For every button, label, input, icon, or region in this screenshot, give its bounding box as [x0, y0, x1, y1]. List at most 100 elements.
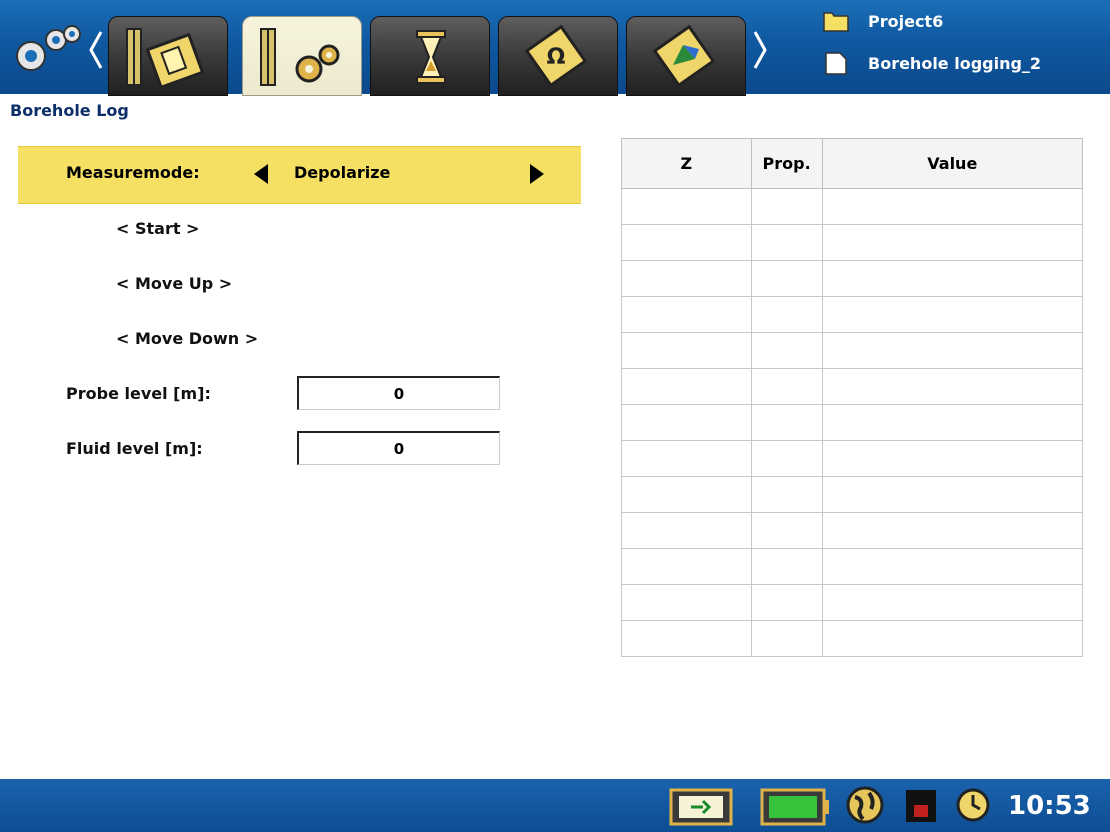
table-cell[interactable] [821, 224, 1084, 261]
measuremode-selector[interactable]: Measuremode: Depolarize [18, 146, 581, 204]
table-cell[interactable] [621, 296, 752, 333]
table-cell[interactable] [621, 620, 752, 657]
measuremode-prev-icon[interactable] [254, 164, 268, 184]
start-button[interactable]: < Start > [116, 219, 199, 238]
svg-text:Ω: Ω [547, 45, 566, 70]
table-cell[interactable] [750, 224, 823, 261]
tab-scroll-right-icon[interactable] [752, 30, 768, 70]
table-cell[interactable] [621, 512, 752, 549]
table-cell[interactable] [621, 332, 752, 369]
column-header-value[interactable]: Value [821, 138, 1084, 189]
measuremode-label: Measuremode: [66, 163, 200, 182]
file-row[interactable]: Borehole logging_2 [822, 48, 1041, 78]
table-cell[interactable] [621, 584, 752, 621]
table-cell[interactable] [750, 548, 823, 585]
table-cell[interactable] [821, 440, 1084, 477]
table-cell[interactable] [821, 296, 1084, 333]
table-cell[interactable] [750, 404, 823, 441]
file-name: Borehole logging_2 [868, 53, 1042, 73]
move-up-button[interactable]: < Move Up > [116, 274, 232, 293]
clock-icon[interactable] [955, 787, 991, 823]
table-row[interactable] [621, 620, 1084, 657]
table-row[interactable] [621, 512, 1084, 549]
probe-level-input[interactable]: 0 [297, 376, 500, 410]
borehole-gears-icon [260, 28, 340, 86]
column-header-prop[interactable]: Prop. [750, 138, 823, 189]
tab-timer[interactable] [370, 16, 490, 96]
table-row[interactable] [621, 332, 1084, 369]
tab-map-view[interactable] [626, 16, 746, 96]
table-cell[interactable] [750, 332, 823, 369]
page-title: Borehole Log [10, 101, 129, 120]
table-cell[interactable] [750, 368, 823, 405]
table-cell[interactable] [621, 440, 752, 477]
project-info: Project6 Borehole logging_2 [822, 0, 1110, 94]
table-cell[interactable] [821, 188, 1084, 225]
probe-level-label: Probe level [m]: [66, 384, 211, 403]
table-cell[interactable] [621, 476, 752, 513]
table-row[interactable] [621, 296, 1084, 333]
table-cell[interactable] [621, 548, 752, 585]
power-plug-icon[interactable] [669, 786, 733, 826]
table-cell[interactable] [750, 620, 823, 657]
measuremode-value: Depolarize [294, 163, 391, 182]
table-cell[interactable] [821, 512, 1084, 549]
table-cell[interactable] [621, 368, 752, 405]
table-cell[interactable] [821, 332, 1084, 369]
document-icon [825, 52, 847, 75]
move-down-button[interactable]: < Move Down > [116, 329, 258, 348]
record-indicator-icon[interactable] [905, 789, 937, 823]
table-cell[interactable] [750, 440, 823, 477]
table-row[interactable] [621, 584, 1084, 621]
project-name: Project6 [868, 11, 944, 31]
table-row[interactable] [621, 404, 1084, 441]
table-cell[interactable] [750, 188, 823, 225]
measuremode-next-icon[interactable] [530, 164, 544, 184]
table-cell[interactable] [750, 260, 823, 297]
map-document-icon [652, 25, 716, 88]
table-header-row: Z Prop. Value [621, 138, 1084, 189]
table-cell[interactable] [621, 188, 752, 225]
table-cell[interactable] [821, 620, 1084, 657]
fluid-level-input[interactable]: 0 [297, 431, 500, 465]
table-cell[interactable] [821, 368, 1084, 405]
table-cell[interactable] [821, 548, 1084, 585]
process-document-icon: Ω [524, 25, 588, 88]
top-toolbar: Ω Project6 Borehole logging_2 [0, 0, 1110, 96]
table-cell[interactable] [821, 584, 1084, 621]
table-cell[interactable] [821, 476, 1084, 513]
table-row[interactable] [621, 476, 1084, 513]
table-row[interactable] [621, 224, 1084, 261]
battery-icon[interactable] [760, 786, 830, 826]
tab-scroll-left-icon[interactable] [88, 30, 104, 70]
table-row[interactable] [621, 548, 1084, 585]
table-cell[interactable] [621, 404, 752, 441]
tab-borehole-settings[interactable] [242, 16, 362, 96]
tab-borehole-setup[interactable] [108, 16, 228, 96]
table-cell[interactable] [750, 296, 823, 333]
table-row[interactable] [621, 440, 1084, 477]
fluid-level-label: Fluid level [m]: [66, 439, 203, 458]
table-cell[interactable] [750, 476, 823, 513]
settings-gears-icon[interactable] [6, 18, 86, 78]
tab-process[interactable]: Ω [498, 16, 618, 96]
table-row[interactable] [621, 260, 1084, 297]
table-cell[interactable] [621, 224, 752, 261]
table-cell[interactable] [821, 260, 1084, 297]
table-cell[interactable] [821, 404, 1084, 441]
borehole-probe-icon [126, 28, 205, 89]
clock-time[interactable]: 10:53 [1008, 791, 1091, 821]
status-bar [0, 779, 1110, 832]
folder-icon [823, 12, 849, 32]
project-row[interactable]: Project6 [822, 6, 943, 36]
measurements-table[interactable]: Z Prop. Value [621, 138, 1084, 657]
table-cell[interactable] [750, 584, 823, 621]
globe-icon[interactable] [845, 785, 885, 825]
table-body [621, 188, 1084, 657]
column-header-z[interactable]: Z [621, 138, 752, 189]
table-row[interactable] [621, 368, 1084, 405]
table-row[interactable] [621, 188, 1084, 225]
hourglass-icon [416, 30, 446, 84]
table-cell[interactable] [621, 260, 752, 297]
table-cell[interactable] [750, 512, 823, 549]
